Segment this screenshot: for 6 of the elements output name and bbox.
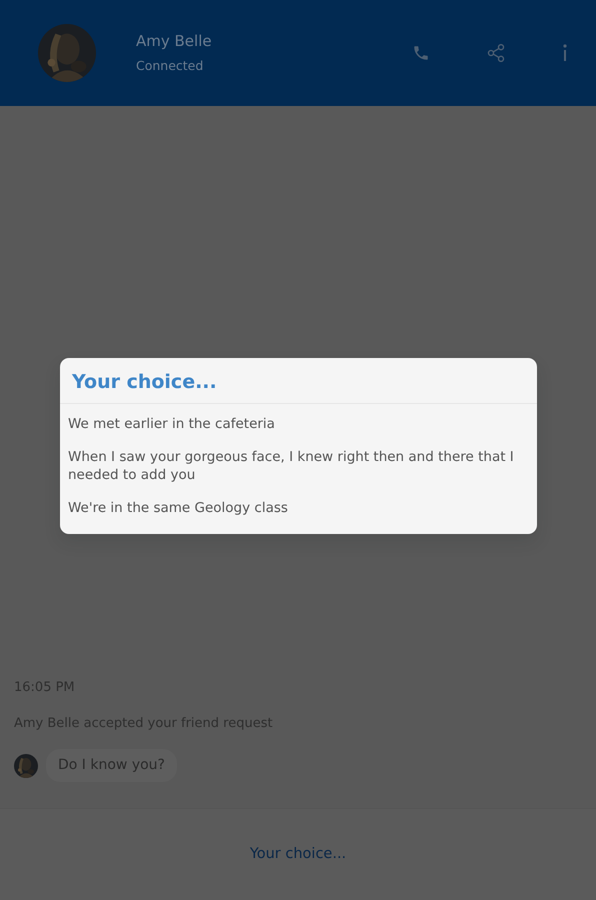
option-item[interactable]: We're in the same Geology class	[60, 492, 537, 526]
status-text: Connected	[136, 56, 204, 75]
dialog-title: Your choice...	[60, 358, 537, 404]
contact-name: Amy Belle	[136, 31, 213, 52]
option-item[interactable]: When I saw your gorgeous face, I knew right then and there that I needed to add you	[60, 441, 537, 492]
option-item[interactable]: We met earlier in the cafeteria	[60, 408, 537, 442]
